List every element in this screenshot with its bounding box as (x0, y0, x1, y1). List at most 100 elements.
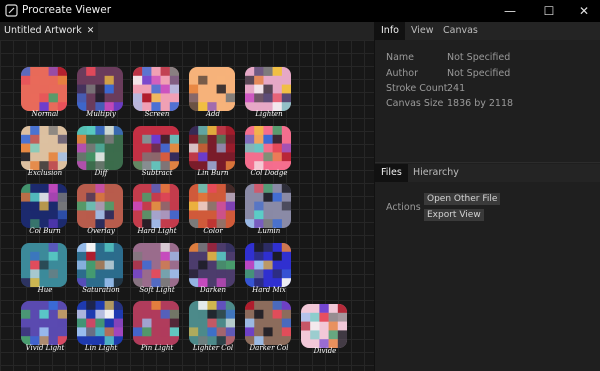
blend-swatch-icon (245, 184, 291, 228)
blend-mode-grid: Normal Multiply Screen Add Lighten Exclusion D… (18, 67, 348, 357)
blend-thumbnail[interactable]: Exclusion (18, 125, 72, 184)
blend-thumbnail[interactable]: Multiply (74, 67, 128, 125)
blend-swatch-icon (245, 242, 291, 287)
blend-thumbnail[interactable]: Hard Mix (242, 242, 296, 301)
blend-thumbnail[interactable]: Vivid Light (18, 301, 72, 359)
blend-thumbnail[interactable]: Saturation (74, 242, 128, 301)
blend-swatch-icon (77, 67, 123, 111)
blend-thumbnail-label: Multiply (86, 110, 116, 118)
blend-thumbnail[interactable]: Screen (130, 67, 184, 125)
blend-swatch-icon (245, 125, 291, 170)
blend-thumbnail-label: Pin Light (140, 344, 174, 352)
blend-thumbnail[interactable]: Soft Light (130, 242, 184, 301)
blend-thumbnail-label: Lighten (255, 110, 283, 118)
blend-thumbnail[interactable]: Divide (298, 304, 352, 362)
blend-thumbnail[interactable]: Diff (74, 125, 128, 184)
blend-thumbnail[interactable]: Subtract (130, 125, 184, 184)
blend-swatch-icon (245, 67, 291, 111)
blend-thumbnail[interactable]: Lin Light (74, 301, 128, 359)
blend-swatch-icon (189, 67, 235, 111)
blend-thumbnail-label: Lumin (257, 227, 281, 235)
property-name-label: Name (386, 52, 415, 63)
document-tab[interactable]: Untitled Artwork ✕ (0, 22, 99, 40)
artwork-canvas[interactable]: Normal Multiply Screen Add Lighten Exclusion D… (0, 40, 374, 371)
document-tab-bar: Untitled Artwork ✕ (0, 22, 374, 40)
blend-thumbnail-label: Saturation (82, 285, 120, 294)
blend-swatch-icon (77, 301, 123, 345)
blend-swatch-icon (21, 67, 67, 111)
blend-thumbnail-label: Normal (31, 110, 59, 118)
blend-thumbnail[interactable]: Col Dodge (242, 125, 296, 184)
property-canvas-size-label: Canvas Size (386, 98, 444, 109)
blend-thumbnail-label: Color (203, 227, 223, 235)
blend-thumbnail-label: Divide (313, 347, 337, 355)
blend-thumbnail-label: Soft Light (139, 285, 175, 294)
minimize-button[interactable]: — (492, 0, 528, 22)
blend-swatch-icon (77, 125, 123, 170)
blend-swatch-icon (21, 242, 67, 287)
blend-thumbnail[interactable]: Col Burn (18, 184, 72, 242)
tab-info[interactable]: Info (375, 22, 405, 40)
title-bar: Procreate Viewer — ☐ ✕ (0, 0, 600, 22)
blend-swatch-icon (133, 125, 179, 170)
blend-thumbnail[interactable]: Darker Col (242, 301, 296, 359)
blend-swatch-icon (189, 242, 235, 287)
maximize-button[interactable]: ☐ (531, 0, 567, 22)
blend-thumbnail[interactable]: Lighten (242, 67, 296, 125)
blend-thumbnail-label: Hard Mix (252, 285, 286, 294)
property-author-value: Not Specified (447, 68, 511, 79)
blend-thumbnail[interactable]: Lumin (242, 184, 296, 242)
blend-thumbnail-label: Lin Burn (197, 168, 229, 177)
blend-thumbnail-label: Darker Col (249, 344, 289, 352)
blend-swatch-icon (133, 301, 179, 345)
blend-thumbnail[interactable]: Overlay (74, 184, 128, 242)
tab-files[interactable]: Files (375, 164, 408, 182)
blend-thumbnail-label: Overlay (87, 227, 115, 235)
blend-swatch-icon (245, 301, 291, 345)
property-author-label: Author (386, 68, 418, 79)
tab-view[interactable]: View (405, 22, 440, 40)
blend-swatch-icon (189, 125, 235, 170)
tab-canvas[interactable]: Canvas (437, 22, 484, 40)
info-tab-bar: Info View Canvas (375, 22, 600, 40)
property-name-value: Not Specified (447, 52, 511, 63)
blend-thumbnail-label: Exclusion (27, 168, 63, 177)
blend-thumbnail-label: Diff (94, 168, 108, 177)
blend-thumbnail-label: Darken (199, 285, 227, 294)
actions-label: Actions (386, 202, 421, 213)
property-stroke-count-value: 241 (447, 83, 466, 94)
panel-divider (375, 162, 600, 163)
blend-thumbnail[interactable]: Lin Burn (186, 125, 240, 184)
blend-thumbnail[interactable]: Hard Light (130, 184, 184, 242)
side-panel: Info View Canvas Name Not Specified Auth… (375, 22, 600, 371)
blend-thumbnail-label: Vivid Light (25, 344, 65, 352)
blend-thumbnail[interactable]: Pin Light (130, 301, 184, 359)
property-canvas-size-value: 1836 by 2118 (447, 98, 514, 109)
blend-thumbnail-label: Col Burn (29, 227, 61, 235)
blend-thumbnail-label: Subtract (141, 168, 173, 177)
blend-swatch-icon (189, 301, 235, 345)
files-tab-bar: Files Hierarchy (375, 164, 600, 182)
blend-thumbnail[interactable]: Darken (186, 242, 240, 301)
blend-swatch-icon (301, 304, 347, 348)
blend-thumbnail[interactable]: Lighter Col (186, 301, 240, 359)
tab-hierarchy[interactable]: Hierarchy (407, 164, 465, 182)
document-tab-label: Untitled Artwork (4, 25, 82, 36)
blend-swatch-icon (21, 184, 67, 228)
blend-swatch-icon (77, 184, 123, 228)
blend-thumbnail[interactable]: Hue (18, 242, 72, 301)
open-other-file-button[interactable]: Open Other File (424, 193, 501, 205)
app-icon (5, 4, 18, 17)
blend-thumbnail-label: Screen (144, 110, 170, 118)
blend-thumbnail-label: Lin Light (84, 344, 118, 352)
close-window-button[interactable]: ✕ (566, 0, 600, 22)
blend-swatch-icon (133, 242, 179, 287)
blend-thumbnail-label: Add (205, 110, 221, 118)
close-tab-icon[interactable]: ✕ (87, 26, 95, 36)
blend-thumbnail[interactable]: Add (186, 67, 240, 125)
export-view-button[interactable]: Export View (424, 209, 484, 221)
blend-thumbnail-label: Hue (37, 285, 53, 294)
blend-thumbnail[interactable]: Color (186, 184, 240, 242)
blend-thumbnail[interactable]: Normal (18, 67, 72, 125)
blend-swatch-icon (189, 184, 235, 228)
